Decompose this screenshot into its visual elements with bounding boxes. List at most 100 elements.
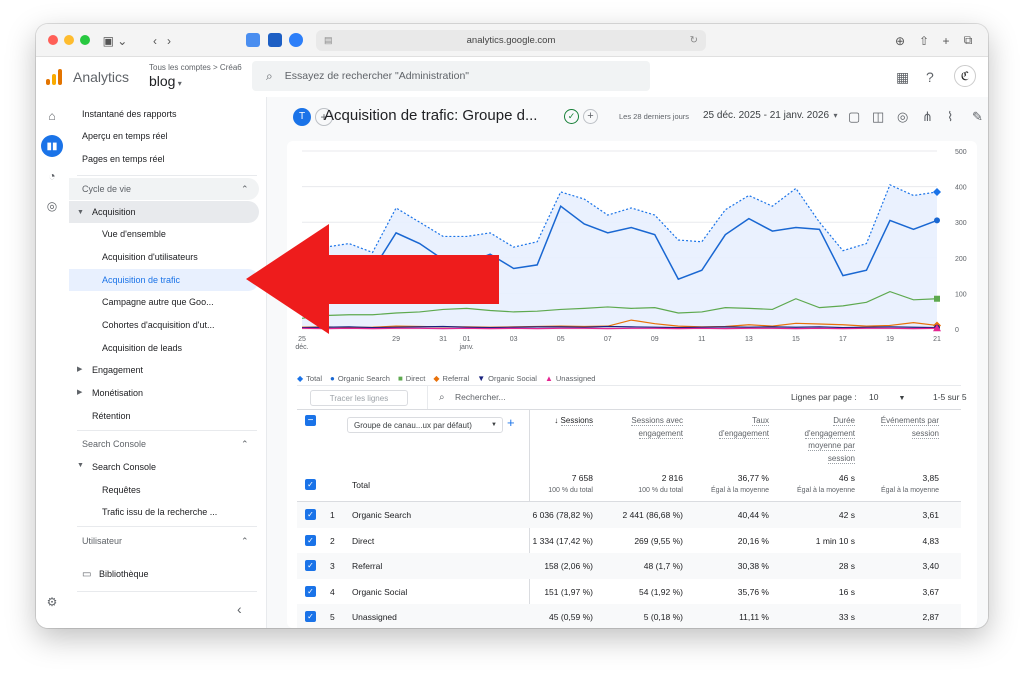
table-row[interactable]: ✓ 2 Direct 1 334 (17,42 %) 269 (9,55 %) 20,16…	[297, 528, 961, 554]
page-icon: ▤	[324, 35, 333, 45]
trend-icon[interactable]: ⌇	[947, 109, 953, 125]
compare-icon[interactable]: ◫	[872, 109, 884, 125]
col-engagement-rate[interactable]: Taux d'engagement	[703, 415, 769, 440]
sidebar-item-cohorts[interactable]: Cohortes d'acquisition d'ut...	[69, 314, 215, 336]
row-checkbox[interactable]: ✓	[305, 611, 316, 623]
section-user[interactable]: Utilisateur	[69, 530, 122, 552]
property-selector[interactable]: blog ▾	[149, 73, 182, 89]
share-icon[interactable]: ⇧	[916, 31, 932, 50]
admin-gear-icon[interactable]: ⚙	[41, 591, 63, 613]
insights-icon[interactable]: ◎	[897, 109, 908, 125]
col-events-per-session[interactable]: Événements par session	[873, 415, 939, 440]
avatar[interactable]: ℭ	[954, 65, 976, 87]
date-range-picker[interactable]: 25 déc. 2025 - 21 janv. 2026 ▾	[703, 110, 838, 121]
sidebar-item-overview[interactable]: Vue d'ensemble	[69, 223, 166, 245]
sidebar-item-snapshot[interactable]: Instantané des rapports	[69, 103, 177, 125]
sidebar-item-traffic-acquisition[interactable]: Acquisition de trafic	[69, 269, 180, 291]
sidebar-item-retention[interactable]: Rétention	[69, 405, 131, 427]
minimize-window-button[interactable]	[64, 35, 74, 45]
row-checkbox[interactable]: ✓	[305, 509, 316, 520]
bitwarden-icon[interactable]	[268, 33, 282, 47]
help-icon[interactable]: ?	[926, 69, 934, 85]
advertising-icon[interactable]: ◎	[41, 195, 63, 217]
chart-legend: ◆ Total ● Organic Search ■ Direct ◆ Referral ▼ Or…	[297, 374, 595, 383]
sidebar-item-organic-traffic[interactable]: Trafic issu de la recherche ...	[69, 501, 217, 523]
table-row[interactable]: ✓ 3 Referral 158 (2,06 %) 48 (1,7 %) 30,38 % 2…	[297, 553, 961, 580]
sidebar-item-realtime[interactable]: Aperçu en temps réel	[69, 125, 168, 147]
sidebar-item-campaign[interactable]: Campagne autre que Goo...	[69, 291, 214, 313]
sidebar-item-engagement[interactable]: Engagement	[69, 359, 143, 381]
col-avg-duration[interactable]: Durée d'engagement moyenne par session	[789, 415, 855, 465]
row-checkbox[interactable]: ✓	[305, 585, 316, 597]
row-cell: 28 s	[838, 561, 855, 572]
x-tick-label: 13	[745, 336, 753, 343]
x-tick-label: 07	[604, 336, 612, 343]
new-tab-icon[interactable]: +	[938, 31, 954, 50]
reload-icon[interactable]: ↻	[690, 35, 698, 46]
divider	[77, 591, 257, 592]
row-checkbox[interactable]: ✓	[305, 560, 316, 572]
caret-down-icon: ▾	[829, 111, 838, 120]
sidebar-item-search-console[interactable]: Search Console	[69, 456, 156, 478]
sidebar-item-user-acquisition[interactable]: Acquisition d'utilisateurs	[69, 246, 198, 268]
select-all-checkbox[interactable]: −	[305, 415, 316, 426]
x-tick-label: 03	[510, 336, 518, 343]
sidebar-item-realtime-pages[interactable]: Pages en temps réel	[69, 148, 165, 170]
close-window-button[interactable]	[48, 35, 58, 45]
col-engaged-sessions[interactable]: Sessions avec engagement	[613, 415, 683, 440]
search-input[interactable]: ⌕ Essayez de rechercher "Administration"	[252, 61, 650, 91]
rows-per-page-select[interactable]: 10 ▼	[869, 392, 905, 402]
chevron-up-icon[interactable]: ⌃	[241, 536, 249, 547]
section-lifecycle[interactable]: Cycle de vie	[69, 178, 131, 200]
breadcrumb[interactable]: Tous les comptes > Créa6	[149, 63, 242, 72]
row-cell: 158 (2,06 %)	[544, 561, 593, 572]
chevron-up-icon[interactable]: ⌃	[241, 184, 249, 195]
address-bar[interactable]: analytics.google.com ▤ ↻	[316, 30, 706, 51]
table-row[interactable]: ✓ 1 Organic Search 6 036 (78,82 %) 2 441 (86…	[297, 502, 961, 528]
legend-item: ▼ Organic Social	[477, 374, 537, 383]
edit-pencil-icon[interactable]: ✎	[972, 109, 983, 125]
legend-swatch-icon: ▼	[477, 374, 486, 383]
extension-icon[interactable]	[246, 33, 260, 47]
row-index: 2	[330, 535, 335, 546]
col-sessions[interactable]: ↓ Sessions	[554, 415, 593, 428]
section-search-console[interactable]: Search Console	[69, 433, 146, 455]
sidebar-item-library[interactable]: Bibliothèque	[69, 563, 149, 585]
sidebar-toggle-icon[interactable]: ▣ ⌄	[98, 31, 132, 50]
row-cell: 42 s	[838, 510, 855, 520]
total-checkbox[interactable]: ✓	[305, 479, 316, 490]
check-circle-icon[interactable]: ✓	[564, 109, 579, 124]
reports-icon[interactable]: ▮▮	[41, 135, 63, 157]
note-icon[interactable]: ▢	[848, 109, 860, 125]
sidebar-item-leads[interactable]: Acquisition de leads	[69, 337, 182, 359]
share-icon[interactable]: ⋔	[922, 109, 933, 125]
sidebar-item-monetisation[interactable]: Monétisation	[69, 382, 143, 404]
zoom-window-button[interactable]	[80, 35, 90, 45]
table-search-input[interactable]: Rechercher...	[455, 392, 506, 402]
home-icon[interactable]: ⌂	[41, 105, 63, 127]
explore-icon[interactable]: ◔	[41, 165, 63, 187]
add-filter-button[interactable]: +	[583, 109, 598, 124]
total-value: 46 s	[838, 473, 855, 483]
sidebar-item-queries[interactable]: Requêtes	[69, 479, 141, 501]
row-checkbox[interactable]: ✓	[305, 534, 316, 546]
sidebar-item-acquisition[interactable]: Acquisition	[69, 201, 136, 223]
row-cell: 16 s	[838, 586, 855, 597]
table-row[interactable]: ✓ 4 Organic Social 151 (1,97 %) 54 (1,92 %) 3…	[297, 579, 961, 605]
tabs-overview-icon[interactable]: ⧉	[960, 31, 976, 50]
plot-rows-button[interactable]: Tracer les lignes	[310, 390, 408, 406]
back-forward-icon[interactable]: ‹ ›	[142, 31, 182, 50]
add-dimension-button[interactable]: +	[507, 415, 515, 430]
download-icon[interactable]: ⊕	[892, 31, 908, 50]
extension-icon[interactable]	[289, 33, 303, 47]
table-row[interactable]: ✓ 5 Unassigned 45 (0,59 %) 5 (0,18 %) 11,11 %…	[297, 604, 961, 628]
collapse-chevron-icon[interactable]: ‹	[237, 601, 242, 617]
row-channel-name: Unassigned	[352, 612, 397, 623]
row-cell: 30,38 %	[737, 561, 769, 572]
dimension-selector[interactable]: Groupe de canau...ux par défaut) ▼	[347, 417, 503, 433]
apps-grid-icon[interactable]: ▦	[896, 69, 909, 86]
comparison-avatar[interactable]: T	[293, 108, 311, 126]
chevron-up-icon[interactable]: ⌃	[241, 439, 249, 450]
browser-window: ▣ ⌄ ‹ › analytics.google.com ▤ ↻ ⊕ ⇧ + ⧉…	[36, 24, 988, 628]
rows-per-page-value: 10	[869, 392, 879, 402]
